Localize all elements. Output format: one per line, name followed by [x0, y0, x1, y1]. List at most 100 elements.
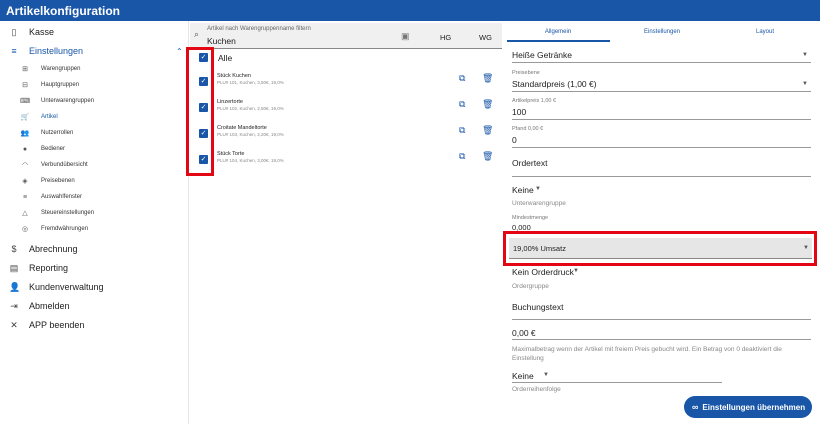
close-icon: ✕	[10, 319, 18, 330]
search-icon: ⌕	[194, 29, 200, 39]
article-details: PLU# 103, Kuchen, 2,20€, 19,0%	[217, 132, 284, 137]
sidebar-item-einstellungen[interactable]: ≡ Einstellungen ⌃	[0, 42, 189, 60]
field-underline	[512, 119, 811, 120]
article-config-panel: Allgemein Einstellungen Layout Heiße Get…	[503, 21, 820, 424]
sidebar-item-preisebenen[interactable]: ◈ Preisebenen	[0, 173, 189, 189]
price-label: Artikelpreis 1,00 €	[512, 98, 557, 104]
price-input[interactable]: 100	[512, 107, 526, 117]
sidebar-item-kasse[interactable]: ▯ Kasse	[0, 23, 189, 41]
sidebar-item-label: Bediener	[41, 146, 66, 152]
sidebar-item-unterwarengruppen[interactable]: ⌨ Unterwarengruppen	[0, 93, 189, 109]
sidebar-item-fremdwaehrungen[interactable]: ◎ Fremdwährungen	[0, 221, 189, 237]
order-print-select[interactable]: Kein Orderdruck	[512, 267, 574, 277]
sidebar-item-verbunduebersicht[interactable]: ◠ Verbundübersicht	[0, 157, 189, 173]
sidebar-item-nutzerrollen[interactable]: 👥 Nutzerrollen	[0, 125, 189, 141]
subgroup-label: Unterwarengruppe	[512, 200, 566, 207]
max-amount-input[interactable]: 0,00 €	[512, 328, 536, 338]
sidebar-item-label: Abmelden	[29, 301, 70, 311]
tab-layout[interactable]: Layout	[725, 29, 805, 35]
dropdown-arrow-icon: ▼	[535, 186, 541, 192]
delete-icon[interactable]: 🗑	[482, 151, 493, 162]
person-icon: ●	[22, 145, 28, 153]
filter-input[interactable]: ⌕ Artikel nach Warengruppenname filtern …	[190, 23, 502, 49]
order-group-label: Ordergruppe	[512, 283, 549, 290]
hg-filter-button[interactable]: HG	[440, 33, 451, 42]
sidebar-item-label: Verbundübersicht	[41, 162, 88, 168]
sidebar-item-app-beenden[interactable]: ✕ APP beenden	[0, 316, 189, 334]
link-icon: ∞	[692, 402, 699, 412]
sidebar-item-steuereinstellungen[interactable]: △ Steuereinstellungen	[0, 205, 189, 221]
ordertext-input[interactable]: Ordertext	[512, 158, 547, 168]
article-details: PLU# 104, Kuchen, 3,00€, 19,0%	[217, 158, 284, 163]
layers-icon: ◈	[22, 178, 28, 185]
scan-icon[interactable]: ▣	[401, 31, 410, 42]
delete-icon[interactable]: 🗑	[482, 125, 493, 136]
dropdown-arrow-icon: ▼	[802, 81, 808, 87]
field-underline	[512, 91, 811, 92]
sidebar-item-auswahlfenster[interactable]: ≡ Auswahlfenster	[0, 189, 189, 205]
sidebar-item-label: APP beenden	[29, 320, 85, 330]
group-select-value[interactable]: Heiße Getränke	[512, 50, 572, 60]
dropdown-arrow-icon: ▼	[573, 268, 579, 274]
customers-icon: 👤	[9, 281, 21, 292]
sidebar-item-artikel[interactable]: 🛒 Artikel	[0, 109, 189, 125]
delete-icon[interactable]: 🗑	[482, 73, 493, 84]
copy-icon[interactable]: ⧉	[459, 73, 465, 84]
article-details: PLU# 101, Kuchen, 3,50€, 19,0%	[217, 80, 284, 85]
deposit-input[interactable]: 0	[512, 135, 517, 145]
field-underline	[512, 382, 722, 383]
sidebar-item-warengruppen[interactable]: ⊞ Warengruppen	[0, 61, 189, 77]
wg-filter-button[interactable]: WG	[479, 33, 492, 42]
app-title: Artikelkonfiguration	[6, 4, 121, 18]
sidebar-item-label: Reporting	[29, 263, 69, 273]
delete-icon[interactable]: 🗑	[482, 99, 493, 110]
apply-settings-label: Einstellungen übernehmen	[702, 402, 806, 412]
sidebar: ▯ Kasse ≡ Einstellungen ⌃ ⊞ Warengruppen…	[0, 21, 189, 424]
copy-icon[interactable]: ⧉	[459, 125, 465, 136]
tab-einstellungen[interactable]: Einstellungen	[622, 29, 702, 35]
article-name: Stück Kuchen	[217, 73, 251, 79]
booking-text-input[interactable]: Buchungstext	[512, 302, 564, 312]
cart-icon: 🛒	[20, 114, 30, 121]
field-underline	[512, 339, 811, 340]
article-name: Croitate Mandeltorte	[217, 125, 267, 131]
dollar-icon: $	[11, 244, 17, 254]
filter-value: Kuchen	[207, 36, 236, 46]
field-underline	[512, 319, 811, 320]
select-all-label: Alle	[218, 53, 233, 63]
tax-highlight-box	[503, 231, 817, 266]
field-underline	[512, 176, 811, 177]
dropdown-arrow-icon: ▼	[802, 52, 808, 58]
deposit-label: Pfand 0,00 €	[512, 126, 544, 132]
sidebar-item-label: Steuereinstellungen	[41, 210, 95, 216]
sidebar-item-reporting[interactable]: ▤ Reporting	[0, 259, 189, 277]
copy-icon[interactable]: ⧉	[459, 151, 465, 162]
tab-allgemein[interactable]: Allgemein	[518, 29, 598, 35]
people-icon: 👥	[20, 130, 30, 137]
wifi-icon: ◠	[21, 162, 29, 169]
tablet-icon: ▯	[11, 26, 17, 37]
chevron-up-icon: ⌃	[176, 46, 183, 56]
settings-list-icon: ≡	[11, 46, 17, 56]
sidebar-item-bediener[interactable]: ● Bediener	[0, 141, 189, 157]
price-level-select[interactable]: Standardpreis (1,00 €)	[512, 79, 597, 89]
keyboard-icon: ⌨	[20, 98, 31, 105]
field-underline	[512, 62, 811, 63]
copy-icon[interactable]: ⧉	[459, 99, 465, 110]
tab-bar: Allgemein Einstellungen Layout	[503, 21, 820, 43]
sidebar-item-label: Hauptgruppen	[41, 82, 80, 88]
order-sequence-select[interactable]: Keine	[512, 371, 534, 381]
subgroup-select[interactable]: Keine	[512, 185, 534, 195]
active-tab-indicator	[507, 40, 610, 42]
checkbox-highlight-box	[186, 47, 214, 176]
apply-settings-button[interactable]: ∞ Einstellungen übernehmen	[684, 396, 812, 418]
sidebar-item-label: Auswahlfenster	[41, 194, 83, 200]
tax-icon: △	[22, 210, 28, 217]
sidebar-item-hauptgruppen[interactable]: ⊟ Hauptgruppen	[0, 77, 189, 93]
sidebar-item-kundenverwaltung[interactable]: 👤 Kundenverwaltung	[0, 278, 189, 296]
field-underline	[512, 147, 811, 148]
sidebar-item-abrechnung[interactable]: $ Abrechnung	[0, 240, 189, 258]
sidebar-item-label: Nutzerrollen	[41, 130, 74, 136]
sidebar-item-label: Warengruppen	[41, 66, 81, 72]
sidebar-item-abmelden[interactable]: ⇥ Abmelden	[0, 297, 189, 315]
